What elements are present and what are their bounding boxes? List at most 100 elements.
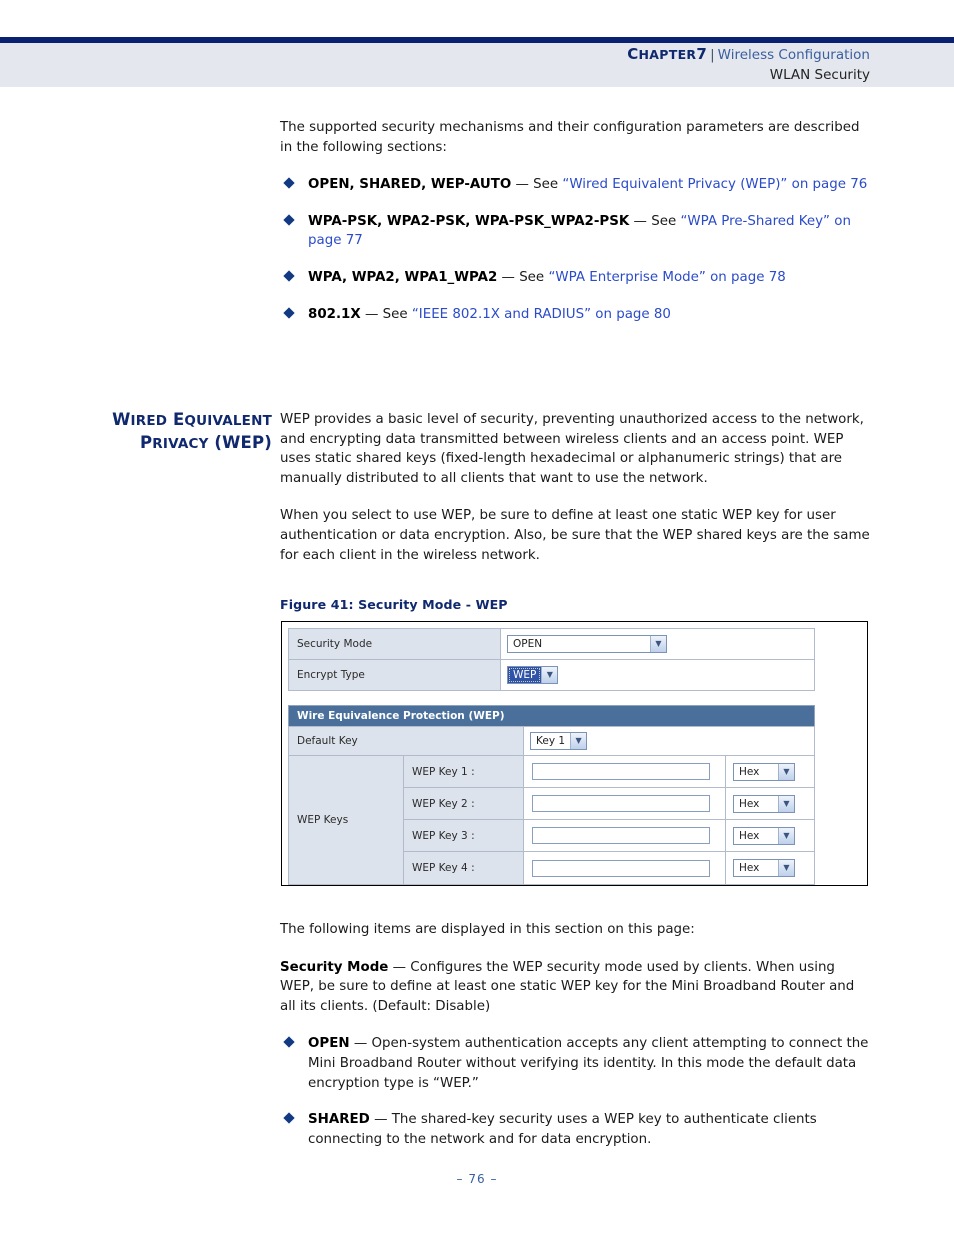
wep-description-block: WEP provides a basic level of security, … bbox=[280, 410, 870, 583]
header-separator: | bbox=[710, 47, 715, 63]
mechanism-term: 802.1X bbox=[308, 306, 361, 322]
cross-reference-link[interactable]: “Wired Equivalent Privacy (WEP)” on page… bbox=[562, 177, 867, 192]
list-item: OPEN, SHARED, WEP-AUTO — See “Wired Equi… bbox=[280, 175, 870, 195]
encrypt-type-select[interactable]: WEP ▼ bbox=[507, 666, 559, 684]
side-heading-smallcaps: QUIVALENT bbox=[184, 413, 272, 429]
wep-key-input-cell bbox=[524, 788, 726, 819]
wep-key-type-cell: Hex ▼ bbox=[726, 820, 814, 851]
security-mode-select[interactable]: OPEN ▼ bbox=[507, 635, 667, 653]
encrypt-type-value-cell: WEP ▼ bbox=[501, 660, 814, 690]
security-mode-dash: — bbox=[392, 959, 407, 975]
chevron-down-icon[interactable]: ▼ bbox=[778, 827, 794, 844]
mode-dash: — bbox=[374, 1112, 388, 1128]
list-item: OPEN — Open-system authentication accept… bbox=[280, 1034, 870, 1093]
wep-paragraph-1: WEP provides a basic level of security, … bbox=[280, 412, 864, 486]
wep-key-2-type-select[interactable]: Hex ▼ bbox=[733, 794, 795, 813]
chapter-initial-cap: C bbox=[627, 45, 639, 63]
encrypt-type-row: Encrypt Type WEP ▼ bbox=[288, 659, 815, 691]
section-side-heading: WIRED EQUIVALENT PRIVACY (WEP) bbox=[60, 409, 272, 455]
mode-term: OPEN bbox=[308, 1036, 350, 1052]
cross-reference-link[interactable]: “WPA Enterprise Mode” on page 78 bbox=[548, 270, 785, 285]
side-heading-line-2: PRIVACY (WEP) bbox=[60, 432, 272, 455]
cross-reference-link[interactable]: “IEEE 802.1X and RADIUS” on page 80 bbox=[412, 307, 671, 322]
security-mode-definition: Security Mode — Configures the WEP secur… bbox=[280, 958, 870, 1017]
default-key-value-cell: Key 1 ▼ bbox=[524, 727, 814, 755]
wep-key-3-type-value: Hex bbox=[739, 829, 760, 842]
chevron-down-icon[interactable]: ▼ bbox=[570, 733, 587, 749]
intro-paragraph: The supported security mechanisms and th… bbox=[280, 120, 860, 155]
mechanism-dash: — bbox=[501, 269, 515, 285]
diamond-bullet-icon bbox=[283, 214, 295, 226]
diamond-bullet-icon bbox=[283, 270, 295, 282]
mechanism-see: See bbox=[651, 213, 677, 229]
security-mode-options-list: OPEN — Open-system authentication accept… bbox=[280, 1034, 870, 1149]
wep-key-3-type-select[interactable]: Hex ▼ bbox=[733, 826, 795, 845]
page-number-footer: – 76 – bbox=[456, 1172, 498, 1186]
security-mechanisms-list: OPEN, SHARED, WEP-AUTO — See “Wired Equi… bbox=[280, 175, 870, 324]
wep-key-type-cell: Hex ▼ bbox=[726, 756, 814, 787]
wep-keys-rows: WEP Key 1 : Hex ▼ WEP Key 2 : Hex ▼ WEP … bbox=[404, 756, 814, 884]
mechanism-dash: — bbox=[515, 177, 529, 193]
side-heading-line-1: WIRED EQUIVALENT bbox=[60, 409, 272, 432]
items-lead-paragraph: The following items are displayed in thi… bbox=[280, 922, 695, 937]
header-line-chapter: CHAPTER7 | Wireless Configuration bbox=[627, 44, 870, 65]
wep-key-4-input[interactable] bbox=[532, 859, 710, 877]
wep-key-input-cell bbox=[524, 820, 726, 851]
wep-key-1-type-value: Hex bbox=[739, 765, 760, 778]
wep-key-2-input[interactable] bbox=[532, 795, 710, 812]
mechanism-term: OPEN, SHARED, WEP-AUTO bbox=[308, 177, 512, 193]
after-figure-block: The following items are displayed in thi… bbox=[280, 920, 870, 1166]
wep-key-3-input[interactable] bbox=[532, 827, 710, 844]
wep-key-type-cell: Hex ▼ bbox=[726, 852, 814, 884]
wep-paragraph-2: When you select to use WEP, be sure to d… bbox=[280, 508, 870, 563]
wep-key-name: WEP Key 2 : bbox=[404, 788, 524, 819]
wep-section-header: Wire Equivalence Protection (WEP) bbox=[288, 705, 815, 726]
header-subsection-title: WLAN Security bbox=[769, 67, 870, 83]
default-key-label: Default Key bbox=[289, 727, 524, 755]
mechanism-dash: — bbox=[633, 213, 647, 229]
table-row: WEP Key 3 : Hex ▼ bbox=[404, 820, 814, 852]
figure-caption: Figure 41: Security Mode - WEP bbox=[280, 597, 508, 612]
wep-key-1-type-select[interactable]: Hex ▼ bbox=[733, 762, 795, 781]
wep-key-1-input[interactable] bbox=[532, 763, 710, 780]
mechanism-term: WPA, WPA2, WPA1_WPA2 bbox=[308, 269, 498, 285]
diamond-bullet-icon bbox=[283, 1112, 295, 1124]
mechanism-see: See bbox=[519, 269, 545, 285]
wep-key-4-type-select[interactable]: Hex ▼ bbox=[733, 859, 795, 877]
chevron-down-icon[interactable]: ▼ bbox=[541, 667, 558, 683]
chevron-down-icon[interactable]: ▼ bbox=[778, 763, 794, 780]
wep-key-name: WEP Key 3 : bbox=[404, 820, 524, 851]
wep-key-name: WEP Key 1 : bbox=[404, 756, 524, 787]
list-item: WPA-PSK, WPA2-PSK, WPA-PSK_WPA2-PSK — Se… bbox=[280, 212, 870, 251]
chapter-label: CHAPTER7 bbox=[627, 45, 707, 63]
mechanism-dash: — bbox=[364, 306, 379, 322]
chevron-down-icon[interactable]: ▼ bbox=[650, 636, 666, 652]
table-row: WEP Key 4 : Hex ▼ bbox=[404, 852, 814, 884]
diamond-bullet-icon bbox=[283, 306, 295, 319]
default-key-selected-value: Key 1 bbox=[536, 735, 566, 747]
wep-key-input-cell bbox=[524, 756, 726, 787]
wep-key-input-cell bbox=[524, 852, 726, 884]
intro-block: The supported security mechanisms and th… bbox=[280, 118, 870, 341]
diamond-bullet-icon bbox=[283, 177, 295, 189]
figure-security-mode-wep: Security Mode OPEN ▼ Encrypt Type WEP ▼ … bbox=[281, 621, 868, 886]
list-item: 802.1X — See “IEEE 802.1X and RADIUS” on… bbox=[280, 305, 870, 325]
encrypt-type-label: Encrypt Type bbox=[289, 660, 501, 690]
mode-term: SHARED bbox=[308, 1112, 370, 1128]
list-item: WPA, WPA2, WPA1_WPA2 — See “WPA Enterpri… bbox=[280, 268, 870, 288]
security-mode-row: Security Mode OPEN ▼ bbox=[288, 628, 815, 659]
security-mode-label: Security Mode bbox=[289, 629, 501, 659]
chevron-down-icon[interactable]: ▼ bbox=[778, 860, 794, 876]
side-heading-cap: E bbox=[172, 410, 185, 429]
wep-key-2-type-value: Hex bbox=[739, 797, 760, 810]
security-mode-selected-value: OPEN bbox=[513, 638, 543, 650]
chevron-down-icon[interactable]: ▼ bbox=[778, 795, 794, 812]
running-header: CHAPTER7 | Wireless Configuration WLAN Sec… bbox=[627, 44, 870, 85]
mechanism-term: WPA-PSK, WPA2-PSK, WPA-PSK_WPA2-PSK bbox=[308, 213, 630, 229]
diamond-bullet-icon bbox=[283, 1036, 295, 1049]
list-item: SHARED — The shared-key security uses a … bbox=[280, 1110, 870, 1149]
chapter-smallcaps: HAPTER bbox=[638, 47, 697, 62]
wep-keys-block: WEP Keys WEP Key 1 : Hex ▼ WEP Key 2: H… bbox=[288, 756, 815, 885]
default-key-select[interactable]: Key 1 ▼ bbox=[530, 732, 588, 750]
table-row: WEP Key 2 : Hex ▼ bbox=[404, 788, 814, 820]
